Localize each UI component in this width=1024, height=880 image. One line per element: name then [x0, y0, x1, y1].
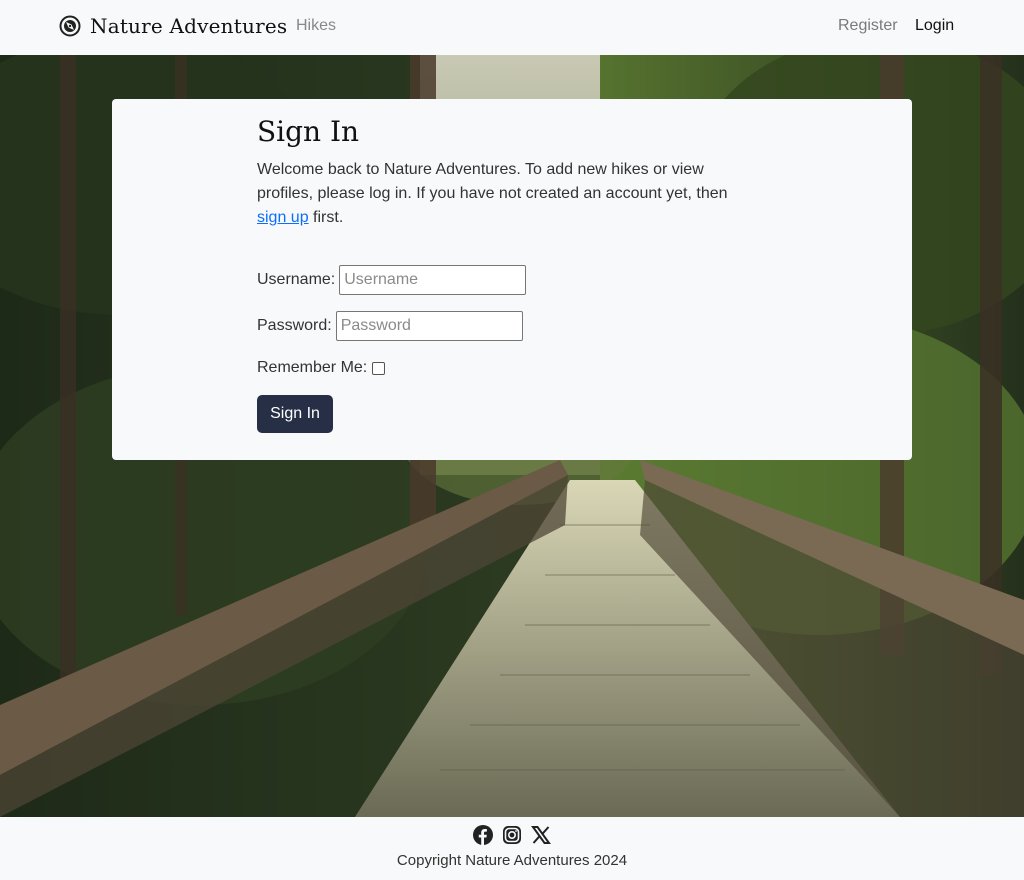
compass-icon [59, 15, 81, 37]
remember-row: Remember Me: [257, 359, 757, 377]
brand-link[interactable]: Nature Adventures [59, 14, 287, 38]
signin-button[interactable]: Sign In [257, 395, 333, 433]
facebook-icon[interactable] [473, 825, 493, 845]
password-input[interactable] [335, 311, 523, 341]
navbar: Nature Adventures Hikes Register Login [0, 0, 1024, 55]
intro-text-before: Welcome back to Nature Adventures. To ad… [257, 161, 728, 202]
intro-text: Welcome back to Nature Adventures. To ad… [257, 158, 757, 230]
signup-link[interactable]: sign up [257, 209, 309, 226]
username-row: Username: [257, 265, 757, 295]
signin-card: Sign In Welcome back to Nature Adventure… [112, 99, 912, 460]
brand-name: Nature Adventures [90, 14, 288, 38]
remember-label: Remember Me: [257, 359, 368, 376]
copyright-text: Copyright Nature Adventures 2024 [396, 852, 628, 869]
password-label: Password: [257, 317, 332, 334]
x-icon[interactable] [531, 825, 551, 845]
username-input[interactable] [339, 265, 527, 295]
intro-text-after: first. [308, 209, 344, 226]
remember-checkbox[interactable] [372, 361, 386, 375]
nav-hikes-link[interactable]: Hikes [296, 17, 336, 35]
social-links [473, 825, 551, 845]
footer: Copyright Nature Adventures 2024 [0, 817, 1024, 880]
username-label: Username: [257, 271, 336, 288]
nav-register-link[interactable]: Register [838, 17, 898, 35]
nav-login-link[interactable]: Login [915, 17, 954, 35]
page-title: Sign In [257, 115, 360, 148]
signin-content: Sign In Welcome back to Nature Adventure… [257, 115, 757, 433]
instagram-icon[interactable] [502, 825, 522, 845]
password-row: Password: [257, 311, 757, 341]
